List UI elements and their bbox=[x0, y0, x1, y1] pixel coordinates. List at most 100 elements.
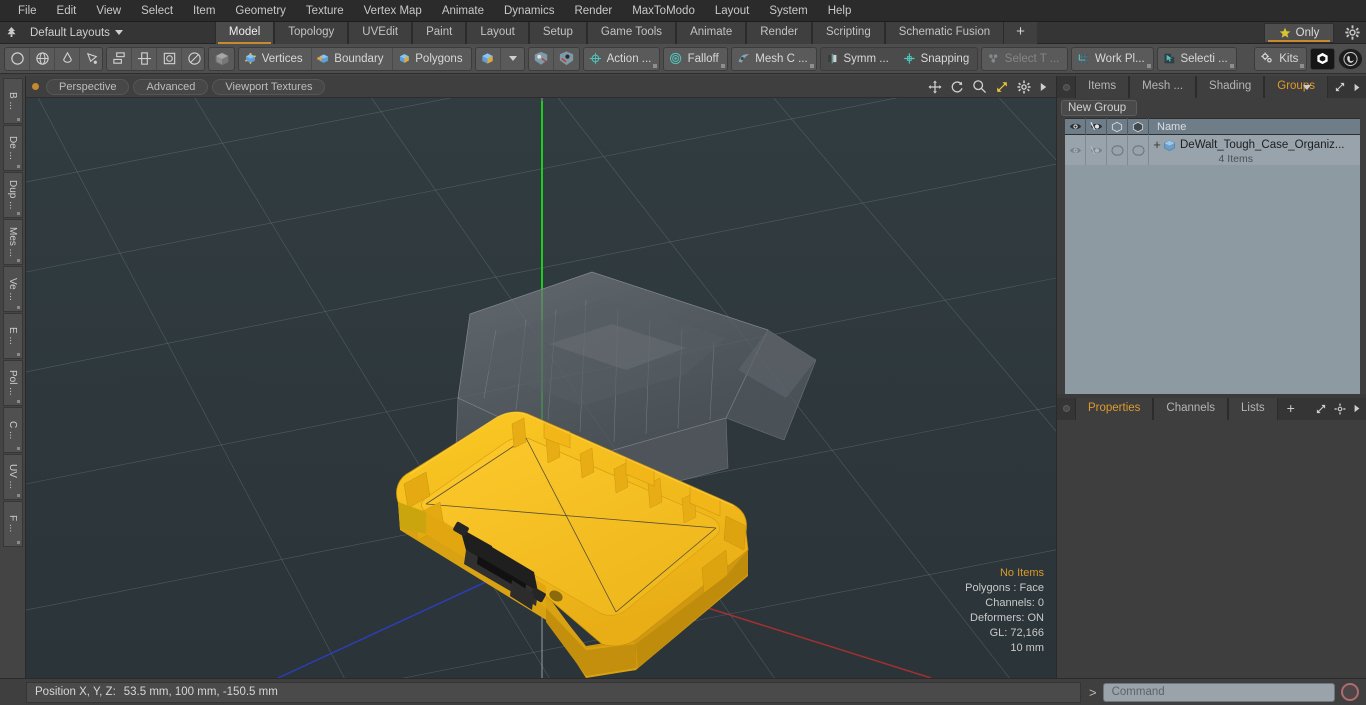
tab-properties[interactable]: Properties bbox=[1075, 397, 1154, 420]
default-layouts-dropdown[interactable]: Default Layouts bbox=[22, 27, 131, 39]
fit-expand-icon[interactable] bbox=[1315, 403, 1327, 415]
tab-shading[interactable]: Shading bbox=[1196, 76, 1265, 98]
tab-model[interactable]: Model bbox=[214, 21, 275, 44]
visibility-eye-icon[interactable] bbox=[1065, 118, 1086, 135]
chevron-down-icon[interactable] bbox=[501, 48, 525, 70]
boundary-mode-button[interactable]: Boundary bbox=[312, 47, 393, 70]
polygon-pen-icon[interactable] bbox=[80, 48, 102, 70]
row-render-icon[interactable] bbox=[1086, 135, 1107, 165]
tab-topology[interactable]: Topology bbox=[274, 21, 349, 44]
row-wireframe-toggle[interactable] bbox=[1107, 135, 1128, 165]
kits-button[interactable]: Kits bbox=[1255, 48, 1307, 70]
menu-item-vertex-map[interactable]: Vertex Map bbox=[354, 0, 432, 22]
falloff-button[interactable]: Falloff bbox=[664, 48, 726, 70]
tab-schematic-fusion[interactable]: Schematic Fusion bbox=[884, 21, 1005, 44]
wireframe-icon[interactable] bbox=[1107, 118, 1128, 135]
circle-icon[interactable] bbox=[5, 47, 30, 70]
action-center-button[interactable]: Action ... bbox=[584, 48, 660, 70]
fit-expand-icon[interactable] bbox=[995, 80, 1009, 94]
only-toggle[interactable]: Only bbox=[1264, 23, 1334, 43]
play-arrow-icon[interactable] bbox=[1353, 403, 1361, 414]
menu-item-select[interactable]: Select bbox=[131, 0, 183, 22]
row-visibility-eye-icon[interactable] bbox=[1065, 135, 1086, 165]
tab-uvedit[interactable]: UVEdit bbox=[348, 21, 413, 44]
tab-lists[interactable]: Lists bbox=[1228, 397, 1278, 420]
viewport-textures-button[interactable]: Viewport Textures bbox=[212, 78, 326, 95]
menu-item-texture[interactable]: Texture bbox=[296, 0, 354, 22]
group-list-body[interactable]: + DeWalt_Tough_Case_Organiz... 4 Items bbox=[1065, 135, 1360, 394]
menu-item-render[interactable]: Render bbox=[564, 0, 622, 22]
vertices-mode-button[interactable]: Vertices bbox=[239, 47, 312, 70]
menu-item-help[interactable]: Help bbox=[818, 0, 862, 22]
vtab-basic[interactable]: B ... bbox=[2, 78, 23, 124]
command-input[interactable]: Command bbox=[1102, 682, 1335, 702]
vtab-curve[interactable]: C ... bbox=[2, 407, 23, 453]
viewport-projection-button[interactable]: Perspective bbox=[46, 78, 130, 95]
new-group-button[interactable]: New Group bbox=[1061, 100, 1138, 116]
menu-item-view[interactable]: View bbox=[86, 0, 131, 22]
tab-render[interactable]: Render bbox=[746, 21, 812, 44]
select-through-button[interactable]: Select T ... bbox=[982, 48, 1067, 70]
cube-grey-icon[interactable] bbox=[209, 48, 233, 70]
unity-icon[interactable] bbox=[1310, 47, 1336, 70]
menu-item-dynamics[interactable]: Dynamics bbox=[494, 0, 564, 22]
vtab-uv[interactable]: UV ... bbox=[2, 454, 23, 500]
tab-scripting[interactable]: Scripting bbox=[811, 21, 885, 44]
play-arrow-icon[interactable] bbox=[1353, 82, 1361, 93]
zoom-icon[interactable] bbox=[972, 79, 987, 94]
tab-channels[interactable]: Channels bbox=[1153, 397, 1229, 420]
play-arrow-icon[interactable] bbox=[1039, 81, 1048, 93]
menu-item-item[interactable]: Item bbox=[183, 0, 225, 22]
tab-mesh-ops[interactable]: Mesh ... bbox=[1129, 76, 1197, 98]
cone-icon[interactable] bbox=[55, 47, 80, 70]
vtab-edge[interactable]: E ... bbox=[2, 313, 23, 359]
expand-toggle[interactable]: + bbox=[1149, 138, 1163, 166]
selection-set-button[interactable]: Selecti ... bbox=[1158, 48, 1236, 70]
table-row[interactable]: + DeWalt_Tough_Case_Organiz... 4 Items bbox=[1065, 135, 1360, 165]
tab-animate[interactable]: Animate bbox=[676, 21, 747, 44]
viewport-shading-button[interactable]: Advanced bbox=[133, 78, 209, 95]
fit-expand-icon[interactable] bbox=[1334, 81, 1346, 93]
gear-icon[interactable] bbox=[1334, 403, 1346, 415]
tab-items[interactable]: Items bbox=[1075, 76, 1130, 98]
tab-setup[interactable]: Setup bbox=[528, 21, 587, 44]
3d-viewport[interactable]: Y X No Items Polygons : Face Channels: 0… bbox=[26, 98, 1056, 678]
cube-orange-icon[interactable] bbox=[476, 47, 501, 70]
rotate-icon[interactable] bbox=[950, 80, 964, 94]
render-icon[interactable] bbox=[1086, 118, 1107, 135]
gear-icon[interactable] bbox=[1345, 25, 1360, 40]
menu-item-animate[interactable]: Animate bbox=[432, 0, 494, 22]
menu-item-edit[interactable]: Edit bbox=[47, 0, 87, 22]
vtab-deform[interactable]: De ... bbox=[2, 125, 23, 171]
add-tab-button[interactable]: + bbox=[1004, 21, 1037, 44]
vtab-polygon[interactable]: Pol ... bbox=[2, 360, 23, 406]
vtab-mesh-edit[interactable]: Mes ... bbox=[2, 219, 23, 265]
snapping-button[interactable]: Snapping bbox=[898, 48, 977, 70]
globe-icon[interactable] bbox=[30, 47, 55, 70]
row-shaded-toggle[interactable] bbox=[1128, 135, 1149, 165]
menu-item-file[interactable]: File bbox=[8, 0, 47, 22]
shade-front-icon[interactable] bbox=[529, 47, 555, 70]
menu-item-geometry[interactable]: Geometry bbox=[225, 0, 296, 22]
menu-item-layout[interactable]: Layout bbox=[705, 0, 760, 22]
move-icon[interactable] bbox=[928, 79, 942, 94]
mesh-constraint-button[interactable]: Mesh C ... bbox=[732, 48, 816, 70]
array-icon[interactable] bbox=[107, 47, 133, 70]
shade-back-icon[interactable] bbox=[554, 48, 579, 70]
tab-layout[interactable]: Layout bbox=[466, 21, 529, 44]
work-plane-button[interactable]: Work Pl... bbox=[1072, 48, 1152, 70]
unreal-icon[interactable] bbox=[1338, 47, 1362, 70]
tab-paint[interactable]: Paint bbox=[412, 21, 467, 44]
vtab-vertex[interactable]: Ve ... bbox=[2, 266, 23, 312]
chevron-down-icon[interactable] bbox=[1303, 84, 1311, 90]
shaded-icon[interactable] bbox=[1128, 118, 1149, 135]
mirror-icon[interactable] bbox=[132, 47, 158, 70]
vtab-fusion[interactable]: F ... bbox=[2, 501, 23, 547]
tab-game-tools[interactable]: Game Tools bbox=[586, 21, 677, 44]
home-tree-icon[interactable] bbox=[0, 22, 22, 44]
bevel-icon[interactable] bbox=[157, 47, 183, 70]
sphere-cut-icon[interactable] bbox=[182, 48, 204, 70]
record-icon[interactable] bbox=[1340, 683, 1359, 701]
vtab-duplicate[interactable]: Dup ... bbox=[2, 172, 23, 218]
menu-item-maxtomodo[interactable]: MaxToModo bbox=[622, 0, 705, 22]
